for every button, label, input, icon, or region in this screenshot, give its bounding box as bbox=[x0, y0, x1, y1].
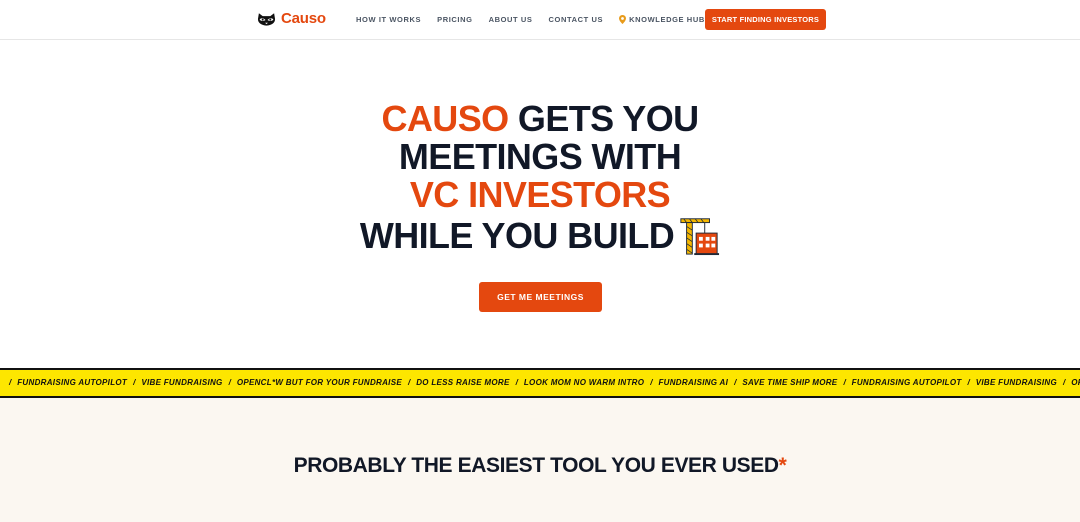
nav-pricing[interactable]: PRICING bbox=[437, 15, 472, 24]
ticker-item: OPENCL*W BUT FOR YOUR FUNDRAISE bbox=[1071, 378, 1080, 387]
ticker-track: / FUNDRAISING AUTOPILOT / VIBE FUNDRAISI… bbox=[3, 378, 1080, 387]
ticker-item: VIBE FUNDRAISING bbox=[141, 378, 223, 387]
ticker-item: DO LESS RAISE MORE bbox=[416, 378, 510, 387]
nav-knowledge-hub[interactable]: KNOWLEDGE HUB bbox=[619, 15, 705, 24]
section-title: PROBABLY THE EASIEST TOOL YOU EVER USED* bbox=[0, 454, 1080, 478]
site-header: Causo HOW IT WORKS PRICING ABOUT US CONT… bbox=[0, 0, 1080, 40]
crane-icon bbox=[680, 218, 720, 256]
nav-contact-us[interactable]: CONTACT US bbox=[549, 15, 604, 24]
hero-line-3: VC INVESTORS bbox=[409, 174, 671, 215]
ticker-item: LOOK MOM NO WARM INTRO bbox=[523, 378, 645, 387]
ticker-item: FUNDRAISING AUTOPILOT bbox=[17, 378, 128, 387]
hero-line-4-text: WHILE YOU BUILD bbox=[359, 215, 675, 256]
brand-name: Causo bbox=[281, 10, 326, 27]
ticker-separator: / bbox=[843, 378, 846, 387]
ticker-separator: / bbox=[9, 378, 12, 387]
hero-line-1-rest: GETS YOU bbox=[508, 98, 699, 139]
hero-line-4: WHILE YOU BUILD bbox=[0, 214, 1080, 256]
ticker-item: FUNDRAISING AUTOPILOT bbox=[851, 378, 962, 387]
pin-icon bbox=[619, 15, 627, 24]
ticker-separator: / bbox=[967, 378, 970, 387]
nav-knowledge-hub-label: KNOWLEDGE HUB bbox=[629, 15, 705, 24]
ticker-separator: / bbox=[228, 378, 231, 387]
raccoon-icon bbox=[257, 12, 276, 26]
hero-headline: CAUSO GETS YOU MEETINGS WITH VC INVESTOR… bbox=[0, 100, 1080, 256]
nav-about-us[interactable]: ABOUT US bbox=[489, 15, 533, 24]
ticker-separator: / bbox=[133, 378, 136, 387]
ticker-item: OPENCL*W BUT FOR YOUR FUNDRAISE bbox=[236, 378, 402, 387]
ticker-item: SAVE TIME SHIP MORE bbox=[742, 378, 838, 387]
nav-how-it-works[interactable]: HOW IT WORKS bbox=[356, 15, 421, 24]
hero-line-2: MEETINGS WITH bbox=[398, 136, 682, 177]
ticker-separator: / bbox=[515, 378, 518, 387]
ticker-separator: / bbox=[407, 378, 411, 387]
ticker-item: VIBE FUNDRAISING bbox=[975, 378, 1058, 387]
logo[interactable]: Causo bbox=[257, 10, 326, 27]
ticker-separator: / bbox=[1063, 378, 1066, 387]
ticker-separator: / bbox=[734, 378, 737, 387]
start-finding-investors-button[interactable]: START FINDING INVESTORS bbox=[705, 9, 826, 30]
marquee-ticker: / FUNDRAISING AUTOPILOT / VIBE FUNDRAISI… bbox=[0, 368, 1080, 398]
hero-line-1: CAUSO GETS YOU bbox=[0, 100, 1080, 138]
get-me-meetings-button[interactable]: GET ME MEETINGS bbox=[479, 282, 602, 312]
ticker-item: FUNDRAISING AI bbox=[658, 378, 729, 387]
hero-brand-highlight: CAUSO bbox=[381, 98, 510, 139]
section-title-asterisk: * bbox=[778, 454, 787, 477]
ticker-separator: / bbox=[650, 378, 653, 387]
section-title-text: PROBABLY THE EASIEST TOOL YOU EVER USED bbox=[293, 454, 779, 477]
main-nav: HOW IT WORKS PRICING ABOUT US CONTACT US… bbox=[356, 15, 721, 24]
